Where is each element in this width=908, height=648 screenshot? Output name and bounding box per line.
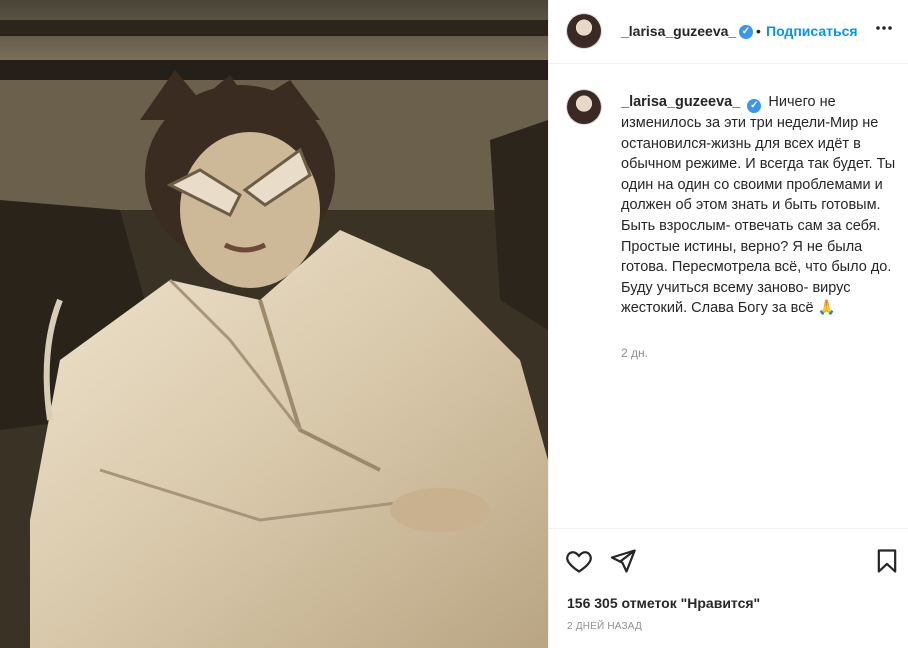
author-avatar[interactable] [567, 14, 601, 48]
caption-username[interactable]: _larisa_guzeeva_ [621, 94, 740, 110]
post-side-panel: _larisa_guzeeva_ ✓ • Подписаться _larisa… [548, 0, 908, 648]
save-button[interactable] [873, 547, 901, 575]
action-bar [549, 528, 908, 588]
follow-button[interactable]: Подписаться [766, 23, 858, 39]
post-header: _larisa_guzeeva_ ✓ • Подписаться [549, 0, 908, 64]
share-button[interactable] [609, 547, 637, 575]
post-photo[interactable] [0, 0, 548, 648]
more-options-button[interactable] [875, 19, 893, 42]
heart-icon [566, 551, 592, 573]
caption-text: Ничего не изменилось за эти три недели-М… [621, 94, 896, 317]
verified-badge-icon: ✓ [739, 25, 753, 39]
instagram-post: _larisa_guzeeva_ ✓ • Подписаться _larisa… [0, 0, 908, 648]
header-separator: • [756, 23, 761, 39]
paper-plane-icon [610, 549, 636, 573]
bookmark-icon [877, 549, 897, 573]
likes-count[interactable]: 156 305 отметок "Нравится" [567, 595, 760, 611]
sepia-portrait-image [0, 0, 548, 648]
author-username[interactable]: _larisa_guzeeva_ [621, 23, 736, 39]
like-button[interactable] [565, 547, 593, 575]
post-date[interactable]: 2 дней назад [567, 621, 642, 632]
caption-avatar[interactable] [567, 90, 601, 124]
caption-time-ago: 2 дн. [621, 346, 648, 360]
more-options-icon [876, 26, 892, 30]
caption-verified-badge-icon: ✓ [747, 99, 762, 113]
post-caption: _larisa_guzeeva_ ✓ Ничего не изменилось … [621, 92, 907, 319]
